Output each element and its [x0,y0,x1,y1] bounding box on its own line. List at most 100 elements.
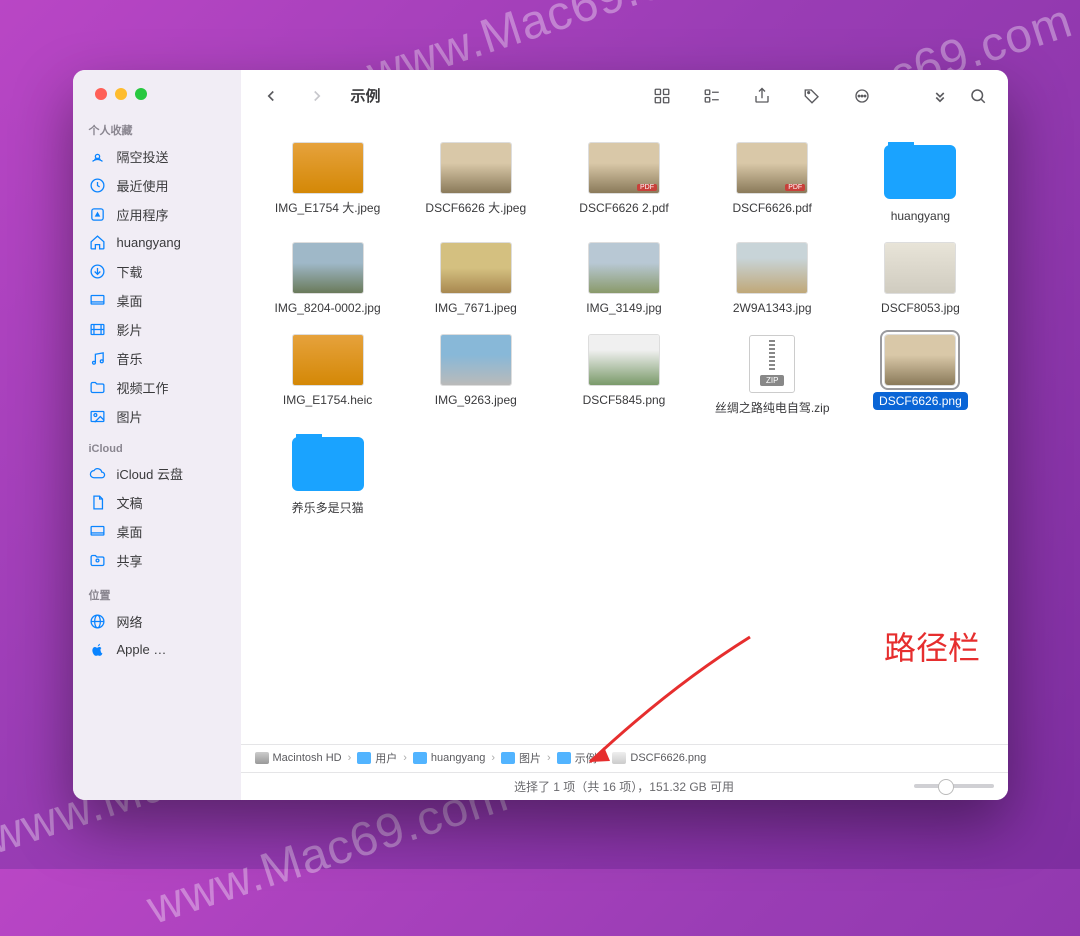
file-thumbnail [292,334,364,386]
forward-button[interactable] [303,82,331,110]
path-bar[interactable]: Macintosh HD›用户›huangyang›图片›示例›DSCF6626… [241,744,1008,772]
sidebar-item-apple[interactable]: Apple … [81,636,233,664]
file-label: 丝绸之路纯电自驾.zip [715,400,830,416]
path-separator: › [603,752,607,764]
file-thumbnail: PDF [736,142,808,194]
file-item[interactable]: DSCF8053.jpg [851,242,989,316]
file-label: DSCF6626.png [873,392,968,410]
path-segment[interactable]: huangyang [413,752,485,764]
path-segment[interactable]: 示例 [557,750,597,766]
file-item[interactable]: PDF DSCF6626.pdf [703,142,841,224]
file-item[interactable]: IMG_8204-0002.jpg [259,242,397,316]
file-item[interactable]: IMG_7671.jpeg [407,242,545,316]
shared-icon [89,551,107,569]
share-button[interactable] [748,82,776,110]
sidebar-item-photo[interactable]: 图片 [81,402,233,431]
path-segment[interactable]: 用户 [357,750,397,766]
sidebar-heading: 位置 [81,581,233,607]
file-label: IMG_E1754 大.jpeg [275,200,380,216]
file-item[interactable]: 2W9A1343.jpg [703,242,841,316]
file-item[interactable]: huangyang [851,142,989,224]
sidebar-item-network[interactable]: 网络 [81,607,233,636]
file-thumbnail [884,242,956,294]
movie-icon [89,320,107,338]
home-icon [89,234,107,252]
file-item[interactable]: DSCF6626 大.jpeg [407,142,545,224]
back-button[interactable] [257,82,285,110]
file-label: IMG_8204-0002.jpg [275,300,381,316]
sidebar-item-label: 隔空投送 [117,147,169,166]
search-button[interactable] [964,82,992,110]
action-button[interactable] [848,82,876,110]
close-button[interactable] [95,88,107,100]
file-icon [612,752,626,764]
sidebar-item-desktop[interactable]: 桌面 [81,517,233,546]
folder-icon [557,752,571,764]
minimize-button[interactable] [115,88,127,100]
path-segment[interactable]: 图片 [501,750,541,766]
window-title: 示例 [351,85,381,106]
file-label: huangyang [891,208,950,224]
sidebar-item-label: 桌面 [117,291,143,310]
path-separator: › [547,752,551,764]
file-thumbnail [440,142,512,194]
apple-icon [89,641,107,659]
zoom-slider[interactable] [914,784,994,788]
sidebar-item-movie[interactable]: 影片 [81,315,233,344]
file-label: IMG_9263.jpeg [435,392,517,408]
sidebar-item-label: 下载 [117,262,143,281]
sidebar-item-label: 最近使用 [117,176,169,195]
sidebar-item-folder[interactable]: 视频工作 [81,373,233,402]
file-item[interactable]: 养乐多是只猫 [259,434,397,516]
maximize-button[interactable] [135,88,147,100]
sidebar-item-desktop[interactable]: 桌面 [81,286,233,315]
overflow-button[interactable] [926,82,954,110]
toolbar: 示例 [241,70,1008,122]
file-item[interactable]: IMG_9263.jpeg [407,334,545,416]
tag-button[interactable] [798,82,826,110]
sidebar-item-label: 共享 [117,551,143,570]
sidebar-item-cloud[interactable]: iCloud 云盘 [81,459,233,488]
file-thumbnail [588,334,660,386]
file-label: 养乐多是只猫 [292,500,364,516]
path-label: huangyang [431,752,485,764]
cloud-icon [89,464,107,482]
sidebar-heading: 个人收藏 [81,116,233,142]
file-thumbnail [292,242,364,294]
desktop-icon [89,522,107,540]
file-grid[interactable]: IMG_E1754 大.jpegDSCF6626 大.jpegPDFDSCF66… [241,122,1008,744]
sidebar-item-app[interactable]: 应用程序 [81,200,233,229]
file-item[interactable]: ZIP 丝绸之路纯电自驾.zip [703,334,841,416]
sidebar-item-airdrop[interactable]: 隔空投送 [81,142,233,171]
file-item[interactable]: IMG_E1754 大.jpeg [259,142,397,224]
sidebar-item-label: 桌面 [117,522,143,541]
download-icon [89,262,107,280]
path-separator: › [403,752,407,764]
file-item[interactable]: PDFDSCF6626 2.pdf [555,142,693,224]
file-item[interactable]: IMG_3149.jpg [555,242,693,316]
file-item[interactable]: IMG_E1754.heic [259,334,397,416]
file-item[interactable]: DSCF6626.png [851,334,989,416]
zip-icon: ZIP [746,334,798,394]
folder-icon [501,752,515,764]
view-icons-button[interactable] [648,82,676,110]
sidebar-item-shared[interactable]: 共享 [81,546,233,575]
sidebar-item-doc[interactable]: 文稿 [81,488,233,517]
file-label: DSCF5845.png [583,392,666,408]
file-label: DSCF6626.pdf [733,200,812,216]
path-segment[interactable]: DSCF6626.png [612,752,706,764]
file-thumbnail [588,242,660,294]
sidebar-item-label: 网络 [117,612,143,631]
sidebar-item-label: iCloud 云盘 [117,464,183,483]
sidebar-item-label: 视频工作 [117,378,169,397]
sidebar-item-home[interactable]: huangyang [81,229,233,257]
network-icon [89,612,107,630]
content-area: 示例 IMG_E1754 大.jpegDSCF6626 大.jpegPDFDSC… [241,70,1008,800]
group-button[interactable] [698,82,726,110]
path-segment[interactable]: Macintosh HD [255,752,342,764]
file-item[interactable]: DSCF5845.png [555,334,693,416]
sidebar-item-clock[interactable]: 最近使用 [81,171,233,200]
app-icon [89,205,107,223]
sidebar-item-download[interactable]: 下载 [81,257,233,286]
sidebar-item-music[interactable]: 音乐 [81,344,233,373]
